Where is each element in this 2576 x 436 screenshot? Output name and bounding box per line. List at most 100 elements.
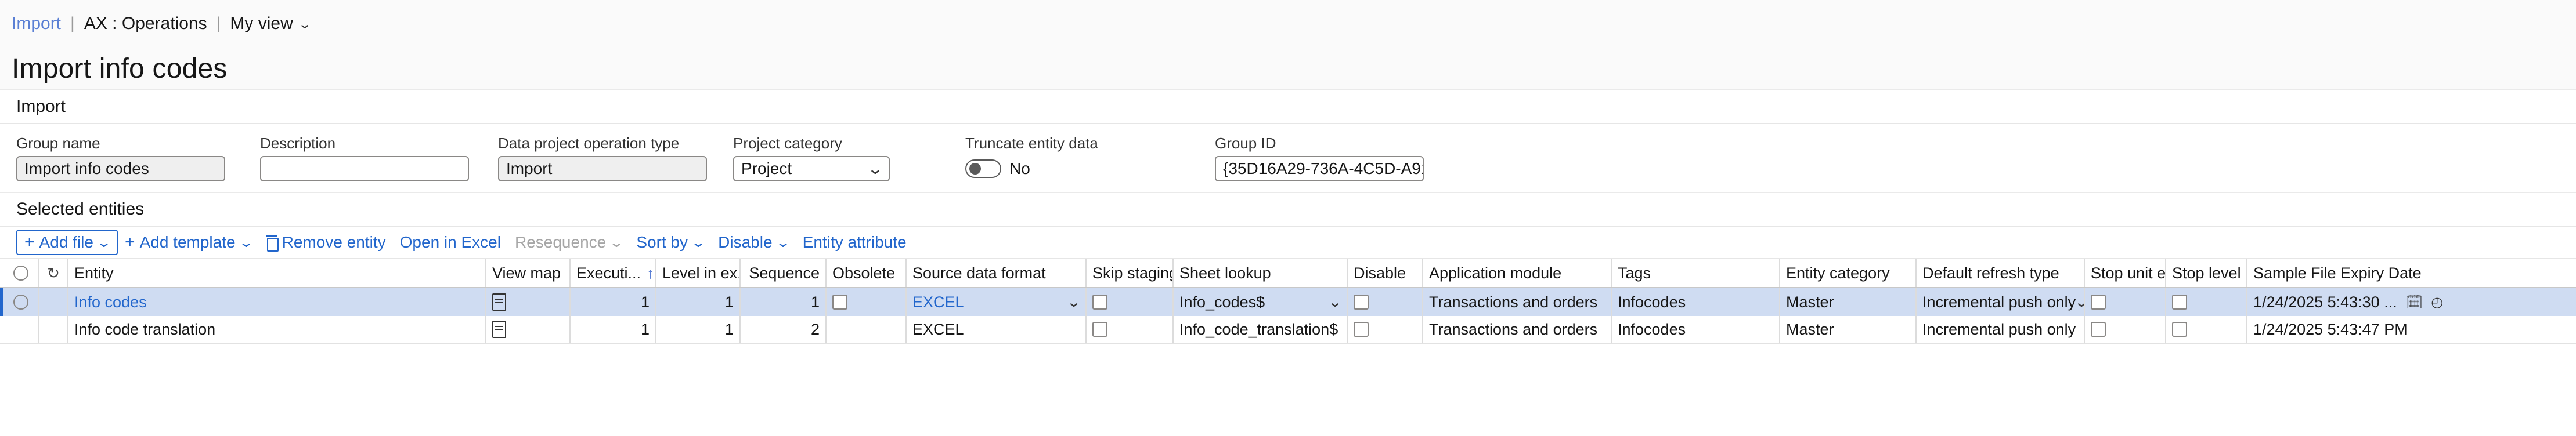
document-map-icon[interactable] [492, 321, 506, 338]
group-id-input[interactable]: {35D16A29-736A-4C5D-A91... [1215, 156, 1424, 181]
document-map-icon[interactable] [492, 293, 506, 311]
cell-entity[interactable]: Info code translation [68, 316, 486, 343]
checkbox-icon[interactable] [1354, 295, 1369, 310]
cell-execution[interactable]: 1 [571, 316, 656, 343]
grid-header-default-refresh-type[interactable]: Default refresh type [1917, 259, 2085, 287]
grid-header-application-module[interactable]: Application module [1423, 259, 1612, 287]
chevron-down-icon[interactable]: ⌄ [297, 16, 312, 32]
chevron-down-icon[interactable]: ⌄ [1066, 294, 1081, 311]
checkbox-icon[interactable] [832, 295, 847, 310]
chevron-down-icon[interactable]: ⌄ [239, 234, 254, 251]
cell-tags[interactable]: Infocodes [1612, 316, 1780, 343]
grid-header-tags[interactable]: Tags [1612, 259, 1780, 287]
cell-entity-category[interactable]: Master [1780, 316, 1917, 343]
cell-sheet-lookup[interactable]: Info_code_translation$ [1174, 316, 1348, 343]
add-template-button[interactable]: + Add template ⌄ [118, 230, 259, 255]
cell-stop-unit[interactable] [2085, 288, 2166, 316]
cell-application-module[interactable]: Transactions and orders [1423, 316, 1612, 343]
cell-sequence[interactable]: 2 [741, 316, 827, 343]
row-select-radio[interactable] [3, 316, 39, 343]
cell-stop-level[interactable] [2166, 316, 2247, 343]
checkbox-icon[interactable] [2172, 322, 2187, 337]
cell-disable[interactable] [1348, 316, 1423, 343]
remove-entity-button[interactable]: Remove entity [259, 230, 393, 255]
group-name-input[interactable]: Import info codes [16, 156, 225, 181]
cell-obsolete[interactable] [827, 288, 907, 316]
grid-header-execution[interactable]: Executi... ↑ [571, 259, 656, 287]
import-section-header[interactable]: Import [0, 90, 2576, 124]
chevron-down-icon[interactable]: ⌄ [96, 234, 111, 251]
cell-skip-staging[interactable] [1087, 288, 1174, 316]
cell-source-data-format[interactable]: EXCEL ⌄ [907, 288, 1087, 316]
toggle-switch[interactable] [965, 159, 1001, 178]
checkbox-icon[interactable] [1092, 295, 1107, 310]
grid-header-level[interactable]: Level in ex... [656, 259, 741, 287]
description-input[interactable] [260, 156, 469, 181]
breadcrumb-item-ax-operations[interactable]: AX : Operations [84, 14, 207, 34]
breadcrumb-item-my-view[interactable]: My view [230, 14, 293, 34]
grid-header-select-all[interactable] [3, 259, 39, 287]
cell-obsolete[interactable] [827, 316, 907, 343]
chevron-down-icon[interactable]: ⌄ [775, 234, 791, 251]
chevron-down-icon[interactable]: ⌄ [867, 160, 883, 178]
sort-by-button[interactable]: Sort by ⌄ [629, 230, 711, 255]
entity-attribute-button[interactable]: Entity attribute [796, 230, 914, 255]
grid-header-disable[interactable]: Disable [1348, 259, 1423, 287]
grid-header-sheet-lookup[interactable]: Sheet lookup [1174, 259, 1348, 287]
radio-icon[interactable] [13, 266, 28, 281]
cell-tags[interactable]: Infocodes [1612, 288, 1780, 316]
data-project-operation-type-input[interactable]: Import [498, 156, 707, 181]
grid-header-view-map[interactable]: View map [486, 259, 571, 287]
clock-icon[interactable]: ◴ [2431, 294, 2443, 311]
selected-entities-header[interactable]: Selected entities [0, 193, 2576, 227]
cell-stop-unit[interactable] [2085, 316, 2166, 343]
grid-header-source-data-format[interactable]: Source data format [907, 259, 1087, 287]
cell-sheet-lookup[interactable]: Info_codes$ ⌄ [1174, 288, 1348, 316]
checkbox-icon[interactable] [1092, 322, 1107, 337]
cell-view-map[interactable] [486, 288, 571, 316]
chevron-down-icon[interactable]: ⌄ [1327, 294, 1343, 311]
cell-entity[interactable]: Info codes [68, 288, 486, 316]
cell-disable[interactable] [1348, 288, 1423, 316]
checkbox-icon[interactable] [2172, 295, 2187, 310]
refresh-icon[interactable]: ↻ [47, 264, 60, 282]
grid-header-skip-staging[interactable]: Skip staging [1087, 259, 1174, 287]
checkbox-icon[interactable] [2091, 322, 2106, 337]
checkbox-icon[interactable] [2091, 295, 2106, 310]
grid-header-refresh[interactable]: ↻ [39, 259, 68, 287]
cell-source-data-format[interactable]: EXCEL [907, 316, 1087, 343]
grid-header-entity[interactable]: Entity [68, 259, 486, 287]
add-file-button[interactable]: + Add file ⌄ [16, 230, 118, 255]
breadcrumb-item-import[interactable]: Import [12, 14, 61, 34]
disable-button[interactable]: Disable ⌄ [711, 230, 796, 255]
table-row[interactable]: Info code translation 1 1 2 EXCEL Info_c… [0, 316, 2576, 344]
checkbox-icon[interactable] [1354, 322, 1369, 337]
cell-view-map[interactable] [486, 316, 571, 343]
cell-level[interactable]: 1 [656, 288, 741, 316]
row-select-radio[interactable] [3, 288, 39, 316]
calendar-icon[interactable]: 🗓 [2405, 294, 2423, 311]
cell-application-module[interactable]: Transactions and orders [1423, 288, 1612, 316]
cell-default-refresh-type[interactable]: Incremental push only [1917, 316, 2085, 343]
cell-entity-category[interactable]: Master [1780, 288, 1917, 316]
cell-execution[interactable]: 1 [571, 288, 656, 316]
grid-header-obsolete[interactable]: Obsolete [827, 259, 907, 287]
grid-header-entity-category[interactable]: Entity category [1780, 259, 1917, 287]
project-category-select[interactable]: Project ⌄ [733, 156, 890, 181]
chevron-down-icon[interactable]: ⌄ [691, 234, 706, 251]
radio-icon[interactable] [13, 295, 28, 310]
table-row[interactable]: Info codes 1 1 1 EXCEL ⌄ Info_codes$ ⌄ Tra… [0, 288, 2576, 316]
grid-header-sequence[interactable]: Sequence [741, 259, 827, 287]
grid-header-sample-file-expiry-date[interactable]: Sample File Expiry Date [2247, 259, 2547, 287]
cell-default-refresh-type[interactable]: Incremental push only⌄ [1917, 288, 2085, 316]
cell-stop-level[interactable] [2166, 288, 2247, 316]
cell-sample-file-expiry-date[interactable]: 1/24/2025 5:43:47 PM [2247, 316, 2547, 343]
grid-header-stop-unit[interactable]: Stop unit e... [2085, 259, 2166, 287]
cell-skip-staging[interactable] [1087, 316, 1174, 343]
open-in-excel-button[interactable]: Open in Excel [393, 230, 508, 255]
truncate-entity-data-toggle[interactable]: No [965, 156, 1215, 181]
chevron-down-icon[interactable]: ⌄ [2074, 294, 2084, 311]
cell-sequence[interactable]: 1 [741, 288, 827, 316]
cell-sample-file-expiry-date[interactable]: 1/24/2025 5:43:30 ... 🗓 ◴ [2247, 288, 2547, 316]
grid-header-stop-level[interactable]: Stop level ... [2166, 259, 2247, 287]
